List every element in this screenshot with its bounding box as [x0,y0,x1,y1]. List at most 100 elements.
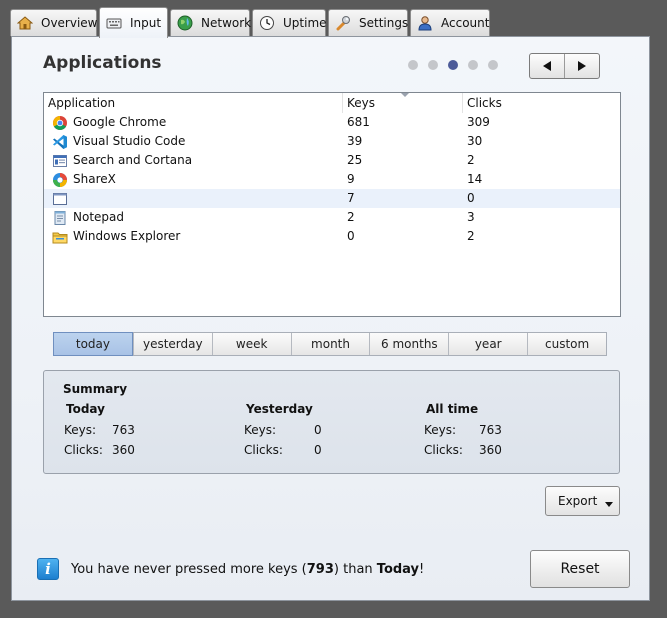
applications-table[interactable]: Application Keys Clicks Google Chrome 68… [43,92,621,317]
cell-application: Windows Explorer [73,229,181,243]
page-title: Applications [43,53,162,73]
range-button-week[interactable]: week [211,333,291,355]
table-row[interactable]: Search and Cortana 25 2 [44,151,620,170]
cell-clicks: 3 [467,210,475,224]
cell-clicks: 0 [467,191,475,205]
chrome-icon [53,116,67,130]
range-button-6-months[interactable]: 6 months [369,333,448,355]
tab-input[interactable]: Input [99,7,168,38]
clicks-value: 360 [112,443,135,457]
keys-label: Keys: [244,423,277,437]
page-dot[interactable] [468,60,478,70]
summary-keys-row: Keys: 763 [64,423,135,443]
next-button[interactable] [564,54,599,78]
tab-label: Overview [41,16,98,30]
cell-application: Search and Cortana [73,153,193,167]
clicks-label: Clicks: [244,443,283,457]
range-button-today[interactable]: today [53,332,133,356]
wrench-icon [336,16,350,31]
page-dot-active[interactable] [448,60,458,70]
previous-button[interactable] [530,54,564,78]
footer-middle: ) than [333,562,377,577]
range-button-year[interactable]: year [448,333,527,355]
cell-application: Google Chrome [73,115,167,129]
footer-record-value: 793 [306,562,334,577]
sort-descending-icon [401,93,409,97]
export-label: Export [558,494,598,508]
summary-keys-row: Keys: 763 [424,423,502,443]
info-icon: i [37,558,59,580]
table-header: Application Keys Clicks [44,93,620,113]
summary-yesterday: Yesterday Keys: 0 Clicks: 0 [244,402,322,463]
column-header-application[interactable]: Application [44,93,344,113]
tab-label: Account [441,16,490,30]
column-header-clicks[interactable]: Clicks [463,93,617,113]
blank-window-icon [53,193,67,205]
summary-today: Today Keys: 763 Clicks: 360 [64,402,135,463]
input-panel: Applications Application Keys Clicks Goo… [11,36,650,601]
page-dot[interactable] [488,60,498,70]
cell-keys: 9 [347,172,355,186]
range-button-month[interactable]: month [290,333,370,355]
summary-title: Summary [63,382,128,396]
table-row[interactable]: Windows Explorer 0 2 [44,227,620,246]
summary-heading: All time [426,402,479,416]
keys-label: Keys: [64,423,97,437]
reset-button[interactable]: Reset [530,550,630,588]
page-dot[interactable] [428,60,438,70]
footer-prefix: You have never pressed more keys ( [71,562,307,577]
cell-clicks: 2 [467,229,475,243]
footer-suffix: ! [419,562,425,577]
home-icon [17,16,33,30]
tab-label: Uptime [283,16,327,30]
notepad-icon [54,211,66,225]
cell-application: Visual Studio Code [73,134,186,148]
table-row[interactable]: Google Chrome 681 309 [44,113,620,132]
chevron-down-icon [605,502,613,507]
user-icon [418,16,432,31]
tab-overview[interactable]: Overview [10,9,98,36]
keys-value: 763 [112,423,135,437]
clicks-label: Clicks: [64,443,103,457]
table-row[interactable]: ShareX 9 14 [44,170,620,189]
clicks-value: 0 [314,443,322,457]
cell-keys: 39 [347,134,363,148]
tab-settings[interactable]: Settings [328,9,408,36]
cell-application: ShareX [73,172,116,186]
footer-period: Today [376,562,420,577]
cell-application: Notepad [73,210,124,224]
window-app-icon [53,155,67,167]
cell-keys: 681 [347,115,370,129]
time-range-selector: today yesterday week month 6 months year… [53,332,607,356]
table-row-selected[interactable]: 7 0 [44,189,620,208]
folder-icon [52,232,68,244]
tab-network[interactable]: Network [170,9,252,36]
keyboard-icon [106,18,122,29]
arrow-right-icon [578,61,586,71]
cell-keys: 25 [347,153,363,167]
tab-label: Input [130,16,162,30]
footer-message: You have never pressed more keys (793) t… [71,562,424,577]
tab-label: Settings [359,16,409,30]
tab-uptime[interactable]: Uptime [252,9,327,36]
globe-icon [177,15,193,31]
table-row[interactable]: Notepad 2 3 [44,208,620,227]
summary-box: Summary Today Keys: 763 Clicks: 360 Yest… [43,370,620,474]
range-button-yesterday[interactable]: yesterday [132,333,212,355]
range-button-custom[interactable]: custom [527,333,606,355]
keys-value: 0 [314,423,322,437]
page-dot[interactable] [408,60,418,70]
clicks-value: 360 [479,443,502,457]
tab-label: Network [201,16,252,30]
clock-icon [260,16,274,30]
tab-account[interactable]: Account [410,9,490,36]
summary-clicks-row: Clicks: 360 [424,443,502,463]
cell-keys: 0 [347,229,355,243]
vscode-icon [53,135,67,149]
export-button[interactable]: Export [545,486,620,516]
cell-clicks: 30 [467,134,483,148]
summary-keys-row: Keys: 0 [244,423,322,443]
sharex-icon [53,173,67,187]
summary-all-time: All time Keys: 763 Clicks: 360 [424,402,502,463]
table-row[interactable]: Visual Studio Code 39 30 [44,132,620,151]
